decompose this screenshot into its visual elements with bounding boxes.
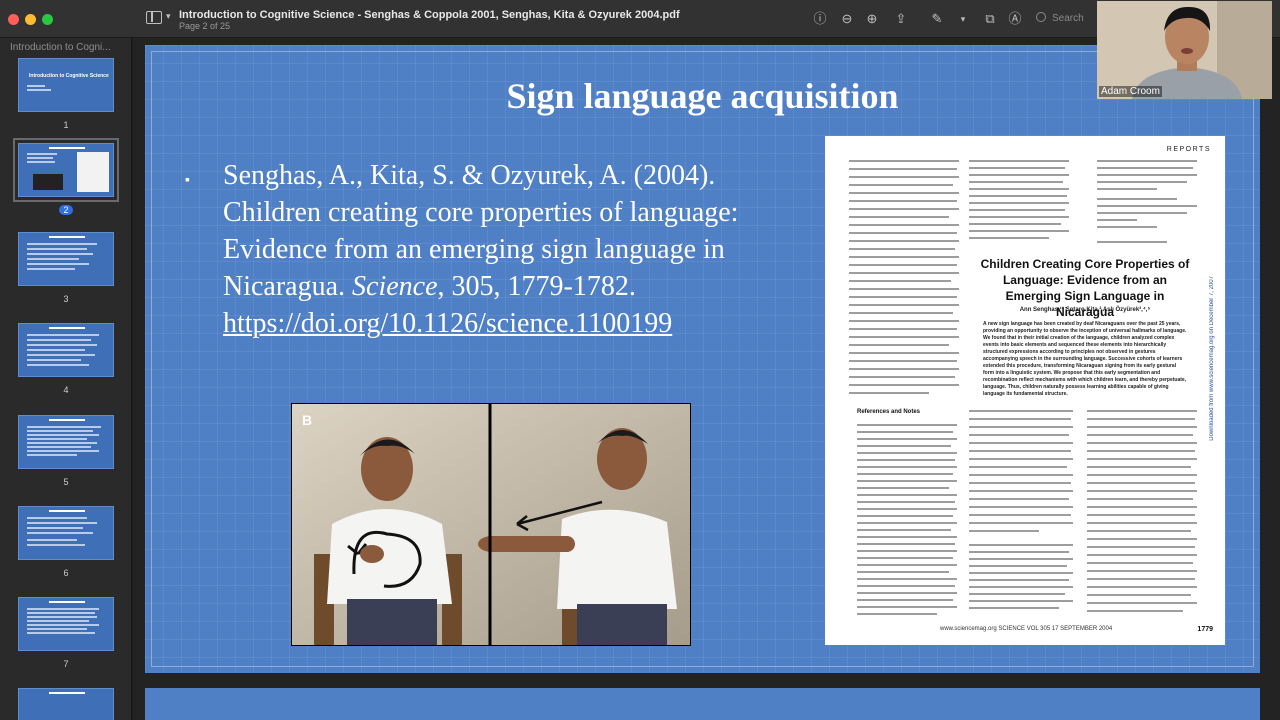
- sidebar-title: Introduction to Cogni...: [10, 42, 111, 53]
- thumbnail-number: 5: [63, 477, 69, 487]
- zoom-out-icon[interactable]: ⊖: [839, 11, 855, 27]
- thumbnail-image: [18, 323, 114, 377]
- toolbar: ▾ Introduction to Cognitive Science - Se…: [0, 0, 1280, 38]
- page-indicator: Page 2 of 25: [179, 21, 231, 31]
- search-placeholder: Search: [1052, 13, 1084, 24]
- citation-journal: Science: [352, 271, 438, 302]
- download-note: Downloaded from www.sciencemag.org on De…: [1209, 276, 1215, 441]
- thumbnail-number: 2: [18, 205, 114, 215]
- thumbnail-number: 1: [63, 120, 69, 130]
- references-heading: References and Notes: [857, 409, 921, 415]
- thumbnail-image: [13, 138, 119, 202]
- webcam-video: Adam Croom: [1097, 1, 1272, 99]
- markup-chevron-icon[interactable]: ▾: [955, 11, 971, 27]
- article-abstract: A new sign language has been created by …: [983, 321, 1187, 397]
- thumbnail-image: [18, 415, 114, 469]
- thumbnail-page-1[interactable]: Introduction to Cognitive Science 1: [18, 58, 114, 130]
- citation: Senghas, A., Kita, S. & Ozyurek, A. (200…: [223, 157, 793, 342]
- fullscreen-window-button[interactable]: [42, 14, 53, 25]
- slide-title: Sign language acquisition: [506, 76, 899, 116]
- zoom-in-icon[interactable]: ⊕: [864, 11, 880, 27]
- thumbnail-image: Introduction to Cognitive Science: [18, 58, 114, 112]
- document-title: Introduction to Cognitive Science - Seng…: [179, 9, 680, 21]
- close-window-button[interactable]: [8, 14, 19, 25]
- citation-tail: , 305, 1779-1782.: [437, 271, 636, 302]
- thumbnail-number: 6: [63, 568, 69, 578]
- bullet-marker: ▪: [185, 171, 190, 187]
- thumbnail-image: [18, 688, 114, 720]
- minimize-window-button[interactable]: [25, 14, 36, 25]
- thumbnail-page-8[interactable]: [18, 688, 114, 720]
- thumbnail-image: [18, 232, 114, 286]
- photo-label: B: [302, 412, 313, 428]
- article-footer: www.sciencemag.org SCIENCE VOL 305 17 SE…: [940, 626, 1113, 632]
- slide-page-3-partial: [145, 688, 1260, 720]
- search-input[interactable]: Search: [1036, 10, 1096, 28]
- annotate-icon[interactable]: Ⓐ: [1007, 11, 1023, 27]
- section-label: REPORTS: [1166, 146, 1211, 153]
- thumbnail-number: 3: [63, 294, 69, 304]
- webcam-participant-name: Adam Croom: [1099, 86, 1162, 97]
- slide-page-2: Sign language acquisition ▪ Senghas, A.,…: [145, 45, 1260, 673]
- info-icon[interactable]: ⓘ: [812, 11, 828, 27]
- article-page-number: 1779: [1197, 626, 1213, 633]
- thumbnail-page-2[interactable]: 2: [13, 138, 119, 215]
- thumbnail-page-7[interactable]: 7: [18, 597, 114, 669]
- thumbnail-title: Introduction to Cognitive Science: [29, 73, 109, 79]
- webcam-person-image: [1097, 1, 1272, 99]
- document-view[interactable]: Sign language acquisition ▪ Senghas, A.,…: [133, 38, 1280, 720]
- photo-illustration: [292, 404, 690, 645]
- thumbnail-page-3[interactable]: 3: [18, 232, 114, 304]
- search-icon: [1036, 12, 1046, 22]
- share-icon[interactable]: ⇪: [893, 11, 909, 27]
- rotate-icon[interactable]: ⧉: [982, 11, 998, 27]
- doi-link[interactable]: https://doi.org/10.1126/science.1100199: [223, 305, 793, 342]
- thumbnail-page-4[interactable]: 4: [18, 323, 114, 395]
- thumbnail-sidebar: Introduction to Cogni... Introduction to…: [0, 38, 132, 720]
- thumbnail-image: [18, 506, 114, 560]
- sidebar-toggle-icon[interactable]: [146, 11, 162, 24]
- thumbnail-number: 4: [63, 385, 69, 395]
- sign-language-photo: B: [291, 403, 691, 646]
- thumbnail-number: 7: [63, 659, 69, 669]
- article-page-image: REPORTS Children Creating Core Propertie…: [825, 136, 1225, 645]
- markup-pen-icon[interactable]: ✎: [929, 11, 945, 27]
- thumbnail-page-5[interactable]: 5: [18, 415, 114, 487]
- thumbnail-image: [18, 597, 114, 651]
- article-authors: Ann Senghas,¹* Sotaro Kita,² Aslı Özyüre…: [1019, 307, 1151, 313]
- thumbnail-page-6[interactable]: 6: [18, 506, 114, 578]
- chevron-down-icon[interactable]: ▾: [166, 11, 171, 22]
